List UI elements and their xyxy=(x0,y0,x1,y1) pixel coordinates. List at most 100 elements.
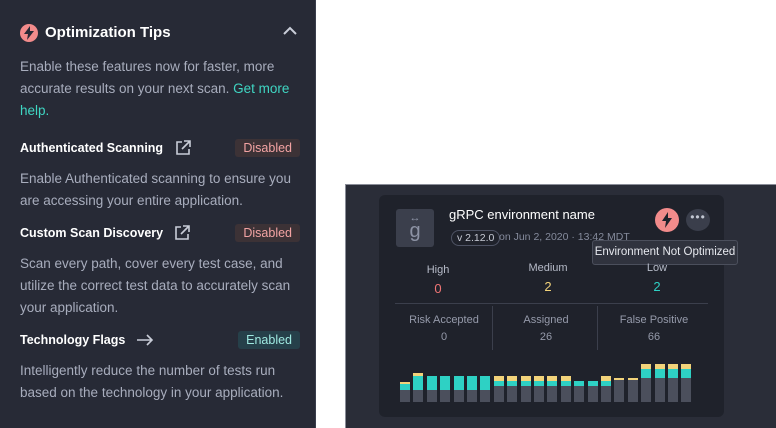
lightning-icon xyxy=(20,24,38,42)
history-bar-teal-segment xyxy=(493,381,504,386)
history-bar-teal-segment xyxy=(547,381,558,386)
external-link-icon[interactable] xyxy=(173,224,191,247)
history-bar xyxy=(614,378,625,402)
tips-header[interactable]: Optimization Tips xyxy=(20,22,300,46)
history-bar-yellow-segment xyxy=(627,378,638,380)
history-bar xyxy=(413,373,424,402)
lightning-icon[interactable] xyxy=(655,208,679,232)
history-bar xyxy=(601,376,611,402)
history-bar-teal-segment xyxy=(520,381,531,386)
feature-description: Enable Authenticated scanning to ensure … xyxy=(20,171,291,208)
tips-title: Optimization Tips xyxy=(45,24,171,41)
history-bar-teal-segment xyxy=(668,369,678,378)
history-bar-teal-segment xyxy=(480,376,491,390)
history-bar xyxy=(668,364,678,402)
grpc-logo: ↔ g xyxy=(396,209,434,247)
history-bar-yellow-segment xyxy=(654,364,665,369)
stat-label: Assigned xyxy=(523,314,569,326)
stat-value: 66 xyxy=(647,331,661,343)
history-bar-yellow-segment xyxy=(641,364,652,369)
history-bar-teal-segment xyxy=(426,376,437,390)
history-bar xyxy=(587,381,598,402)
history-bar-teal-segment xyxy=(654,369,665,378)
history-bar-yellow-segment xyxy=(681,364,692,369)
history-bar-teal-segment xyxy=(560,381,571,386)
feature-name: Custom Scan Discovery xyxy=(20,226,164,240)
history-bar-gray-segment xyxy=(627,380,638,402)
external-link-icon[interactable] xyxy=(174,139,192,162)
history-bar-yellow-segment xyxy=(601,376,611,381)
history-bar-yellow-segment xyxy=(560,376,571,381)
history-bar-teal-segment xyxy=(587,381,598,386)
history-bar xyxy=(627,378,638,402)
version-badge: v 2.12.0 xyxy=(451,230,501,246)
status-badge: Disabled xyxy=(235,224,300,242)
history-bar xyxy=(560,376,571,402)
feature-description: Intelligently reduce the number of tests… xyxy=(20,363,284,400)
history-bar-gray-segment xyxy=(493,386,504,402)
history-bar xyxy=(467,376,477,402)
history-bar-teal-segment xyxy=(574,381,585,386)
history-bar-gray-segment xyxy=(601,386,611,402)
history-bar-gray-segment xyxy=(641,378,652,402)
history-bar xyxy=(534,376,544,402)
history-bar-yellow-segment xyxy=(520,376,531,381)
history-bar-yellow-segment xyxy=(534,376,544,381)
history-bar-yellow-segment xyxy=(400,382,410,384)
logo-letter: g xyxy=(409,220,421,242)
stat-label: False Positive xyxy=(619,314,689,326)
feature-technology-flags: Technology Flags Enabled xyxy=(20,330,300,352)
history-bar-teal-segment xyxy=(400,384,410,390)
divider xyxy=(492,306,493,350)
history-bar-yellow-segment xyxy=(507,376,518,381)
history-bar-gray-segment xyxy=(480,390,491,402)
stat-value: 0 xyxy=(440,331,448,343)
history-bar xyxy=(681,364,692,402)
more-options-button[interactable]: ••• xyxy=(686,209,710,231)
history-bar-gray-segment xyxy=(654,378,665,402)
history-bar xyxy=(547,376,558,402)
history-bar xyxy=(493,376,504,402)
history-bar-teal-segment xyxy=(440,376,451,390)
history-bar-gray-segment xyxy=(534,386,544,402)
history-bar-gray-segment xyxy=(453,390,464,402)
severity-value-high: 0 xyxy=(434,281,442,296)
history-bar-teal-segment xyxy=(467,376,477,390)
severity-label: Medium xyxy=(528,262,568,274)
history-bar xyxy=(507,376,518,402)
tips-intro: Enable these features now for faster, mo… xyxy=(20,56,302,122)
severity-value-low: 2 xyxy=(653,279,661,294)
divider xyxy=(597,306,598,350)
stat-value: 26 xyxy=(539,331,553,343)
divider xyxy=(395,303,708,304)
feature-description: Scan every path, cover every test case, … xyxy=(20,256,291,315)
arrow-right-icon[interactable] xyxy=(136,331,154,354)
history-bar-gray-segment xyxy=(520,386,531,402)
history-bar-gray-segment xyxy=(400,390,410,402)
scan-history-chart xyxy=(397,356,707,402)
feature-authenticated-scanning: Authenticated Scanning Disabled xyxy=(20,138,300,160)
history-bar xyxy=(480,376,491,402)
feature-custom-scan-discovery: Custom Scan Discovery Disabled xyxy=(20,223,300,245)
environment-name[interactable]: gRPC environment name xyxy=(449,207,595,222)
history-bar-teal-segment xyxy=(641,369,652,378)
history-bar-gray-segment xyxy=(440,390,451,402)
severity-value-medium: 2 xyxy=(544,279,552,294)
history-bar xyxy=(520,376,531,402)
history-bar-yellow-segment xyxy=(493,376,504,381)
history-bar-yellow-segment xyxy=(668,364,678,369)
history-bar-gray-segment xyxy=(587,386,598,402)
history-bar-gray-segment xyxy=(426,390,437,402)
chevron-up-icon[interactable] xyxy=(282,24,298,42)
history-bar-teal-segment xyxy=(601,381,611,386)
history-bar xyxy=(440,376,451,402)
more-icon: ••• xyxy=(690,210,706,224)
history-bar-teal-segment xyxy=(534,381,544,386)
history-bar-yellow-segment xyxy=(614,378,625,380)
severity-label: High xyxy=(426,264,450,276)
history-bar-gray-segment xyxy=(574,386,585,402)
history-bar-gray-segment xyxy=(614,380,625,402)
history-bar-yellow-segment xyxy=(547,376,558,381)
status-badge: Disabled xyxy=(235,139,300,157)
history-bar-teal-segment xyxy=(507,381,518,386)
